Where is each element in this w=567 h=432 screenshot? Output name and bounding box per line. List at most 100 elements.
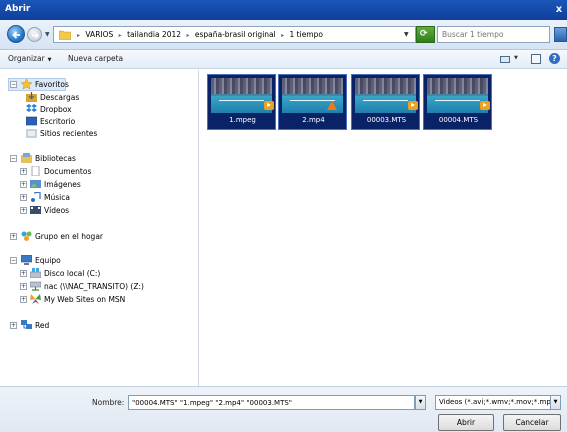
star-icon — [21, 79, 32, 89]
expand-toggle-icon[interactable]: + — [20, 296, 27, 303]
file-item[interactable]: 2.mp4 — [278, 74, 347, 130]
filename-field[interactable] — [128, 395, 415, 410]
video-thumbnail — [355, 78, 416, 113]
forward-arrow-icon — [32, 32, 40, 39]
organize-label: Organizar — [8, 54, 45, 63]
back-button[interactable] — [7, 25, 25, 43]
downloads-icon — [26, 92, 37, 102]
search-box[interactable] — [437, 26, 550, 43]
music-icon — [31, 192, 41, 202]
file-name: 1.mpeg — [229, 116, 256, 124]
refresh-icon: ⟳ — [420, 29, 428, 39]
libraries-icon — [21, 153, 32, 163]
filename-input[interactable] — [129, 396, 409, 409]
network-icon — [21, 320, 32, 329]
file-item[interactable]: 00003.MTS — [351, 74, 420, 130]
expand-toggle-icon[interactable]: + — [20, 270, 27, 277]
expand-toggle-icon[interactable]: + — [10, 322, 17, 329]
nav-label: Escritorio — [40, 117, 76, 126]
filetype-select[interactable]: Videos (*.avi;*.wmv;*.mov;*.mp — [435, 395, 551, 410]
expand-toggle-icon[interactable]: + — [10, 233, 17, 240]
breadcrumb-item[interactable]: 1 tiempo — [290, 30, 323, 39]
videos-icon — [30, 206, 41, 214]
dropbox-icon — [26, 104, 37, 112]
file-name: 00003.MTS — [366, 116, 407, 124]
refresh-button[interactable]: ⟳ — [416, 26, 435, 43]
toolbar: Organizar ▼ Nueva carpeta ▼ ? — [0, 50, 567, 69]
network-drive-icon — [30, 281, 41, 291]
msn-butterfly-icon — [30, 294, 41, 304]
expand-toggle-icon[interactable]: + — [20, 168, 27, 175]
nav-label: Documentos — [44, 167, 92, 176]
homegroup-icon — [21, 231, 32, 241]
nav-label: Vídeos — [44, 206, 70, 215]
cancel-button[interactable]: Cancelar — [503, 414, 561, 431]
nav-label: Grupo en el hogar — [35, 232, 103, 241]
expand-toggle-icon[interactable]: + — [20, 181, 27, 188]
expand-toggle-icon[interactable]: + — [20, 194, 27, 201]
vlc-cone-icon — [327, 101, 337, 110]
collapse-toggle-icon[interactable]: − — [10, 155, 17, 162]
hard-drive-icon — [30, 268, 41, 278]
organize-button[interactable]: Organizar ▼ — [8, 54, 52, 63]
nav-label: Dropbox — [40, 105, 72, 114]
breadcrumb-item[interactable]: tailandia 2012 — [127, 30, 181, 39]
open-button[interactable]: Abrir — [438, 414, 494, 431]
view-mode-icon[interactable] — [500, 56, 510, 63]
media-player-badge-icon — [264, 101, 274, 110]
folder-icon — [59, 30, 71, 40]
expand-toggle-icon[interactable]: + — [20, 207, 27, 214]
address-dropdown-icon[interactable]: ▼ — [404, 31, 409, 38]
breadcrumb-item[interactable]: españa-brasil original — [195, 30, 276, 39]
window-title: Abrir — [5, 4, 31, 14]
dialog-footer: Nombre: ▼ Videos (*.avi;*.wmv;*.mov;*.mp… — [0, 386, 567, 432]
preview-pane-icon[interactable] — [531, 54, 541, 64]
close-button[interactable]: x — [553, 3, 565, 16]
collapse-toggle-icon[interactable]: − — [10, 81, 17, 88]
recent-pages-dropdown-icon[interactable]: ▼ — [45, 31, 50, 38]
recent-places-icon — [26, 129, 37, 138]
file-name: 00004.MTS — [438, 116, 479, 124]
video-thumbnail — [211, 78, 272, 113]
breadcrumb: ▸ VARIOS ▸ tailandia 2012 ▸ españa-brasi… — [74, 30, 323, 39]
nav-label: Disco local (C:) — [44, 269, 101, 278]
video-thumbnail — [427, 78, 488, 113]
nav-label: Red — [35, 321, 50, 330]
nav-label: Imágenes — [44, 180, 81, 189]
file-name: 2.mp4 — [302, 116, 325, 124]
address-bar[interactable]: ▸ VARIOS ▸ tailandia 2012 ▸ españa-brasi… — [53, 26, 416, 43]
filename-dropdown-icon[interactable]: ▼ — [415, 395, 426, 410]
nav-label: Equipo — [35, 256, 61, 265]
breadcrumb-item[interactable]: VARIOS — [85, 30, 113, 39]
search-input[interactable] — [438, 27, 538, 42]
pictures-icon — [30, 180, 41, 188]
breadcrumb-separator-icon[interactable]: ▸ — [281, 32, 284, 39]
forward-button[interactable] — [27, 27, 42, 42]
breadcrumb-separator-icon[interactable]: ▸ — [119, 32, 122, 39]
desktop-icon — [26, 116, 37, 126]
nav-label: Música — [44, 193, 70, 202]
new-folder-button[interactable]: Nueva carpeta — [68, 54, 123, 63]
filetype-dropdown-icon[interactable]: ▼ — [550, 395, 561, 410]
nav-label: Bibliotecas — [35, 154, 76, 163]
view-controls: ▼ ? — [496, 53, 566, 66]
search-icon[interactable] — [554, 27, 567, 42]
file-list: 1.mpeg 2.mp4 00003.MTS 00004.MTS — [200, 70, 567, 386]
file-item[interactable]: 00004.MTS — [423, 74, 492, 130]
help-icon[interactable]: ? — [549, 53, 560, 64]
view-dropdown-icon[interactable]: ▼ — [514, 55, 518, 61]
collapse-toggle-icon[interactable]: − — [10, 257, 17, 264]
documents-icon — [31, 166, 40, 176]
navigation-pane: − Favoritos Descargas Dropbox Escritorio… — [0, 70, 199, 386]
expand-toggle-icon[interactable]: + — [20, 283, 27, 290]
nav-label: Sitios recientes — [40, 129, 98, 138]
media-player-badge-icon — [408, 101, 418, 110]
title-bar: Abrir x — [0, 0, 567, 20]
breadcrumb-separator-icon: ▸ — [77, 32, 81, 39]
nav-label: Favoritos — [35, 80, 69, 89]
breadcrumb-separator-icon[interactable]: ▸ — [186, 32, 189, 39]
media-player-badge-icon — [480, 101, 490, 110]
file-item[interactable]: 1.mpeg — [207, 74, 276, 130]
nav-label: Descargas — [40, 93, 80, 102]
computer-icon — [21, 255, 32, 265]
